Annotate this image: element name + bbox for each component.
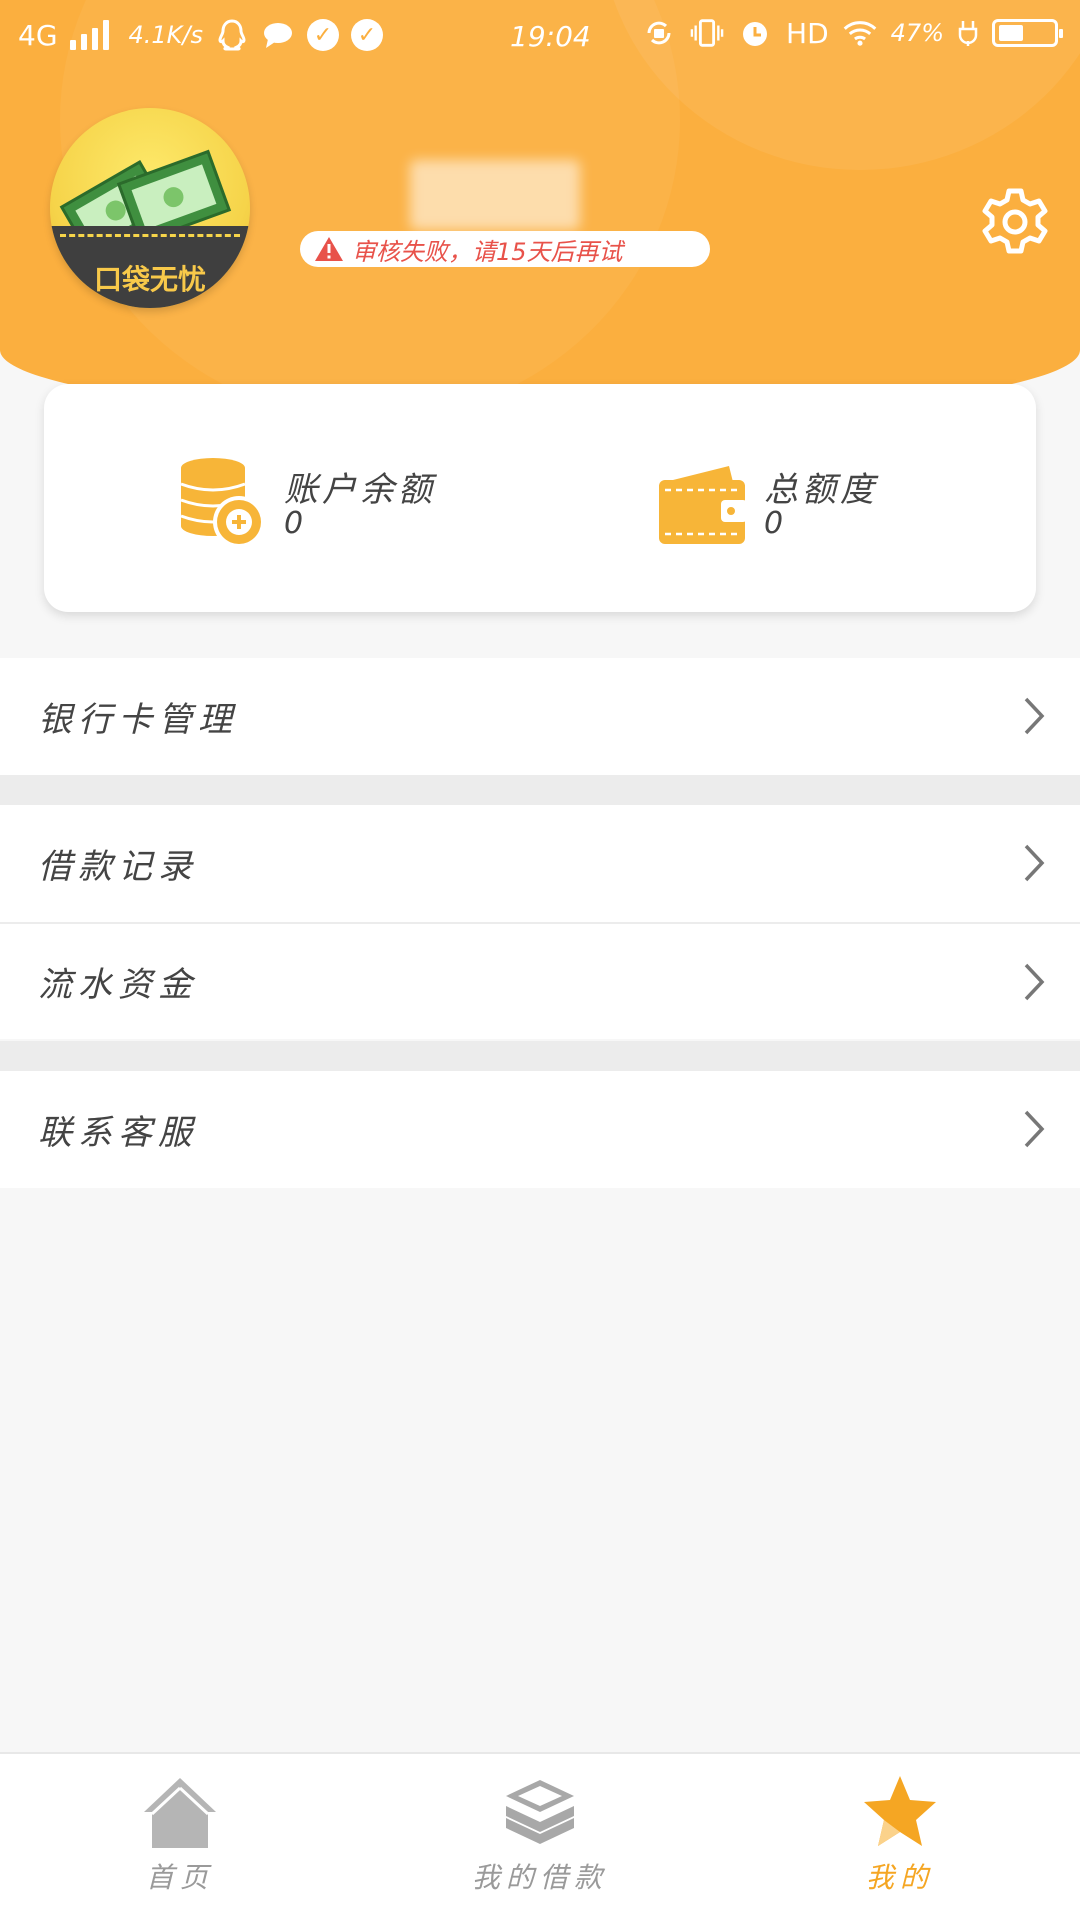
chevron-right-icon [1024,697,1045,735]
house-icon [144,1778,216,1848]
status-bar: 4G 4.1K/s ✓ ✓ 19:04 HD 47% [0,0,1080,72]
battery-percent: 47% [890,19,944,47]
avatar[interactable]: 口袋无忧 [50,108,250,308]
vibrate-icon [690,16,724,50]
network-speed: 4.1K/s [128,21,204,49]
total-limit-value: 0 [764,506,784,541]
clock: 19:04 [510,20,591,53]
menu-item-cash-flow[interactable]: 流水资金 [0,922,1080,1039]
profile-header: 4G 4.1K/s ✓ ✓ 19:04 HD 47% 口袋无忧 审核失败，请15… [0,0,1080,420]
menu-item-label: 借款记录 [38,847,198,887]
total-limit-label: 总额度 [764,470,878,510]
menu-item-contact-service[interactable]: 联系客服 [0,1071,1080,1188]
menu-item-label: 银行卡管理 [38,700,238,740]
status-badge-text: 审核失败，请15天后再试 [352,237,623,266]
qq-icon [215,18,249,52]
status-badge: 审核失败，请15天后再试 [300,231,710,267]
star-icon [864,1776,936,1846]
tab-home-label: 首页 [145,1861,214,1894]
network-type: 4G [18,18,58,52]
wallet-icon [659,466,747,544]
section-divider [0,1041,1080,1071]
check-icon: ✓ [351,19,384,51]
section-divider [0,775,1080,805]
balance-card: 账户余额 0 总额度 0 [44,384,1036,612]
menu-item-label: 流水资金 [38,965,198,1005]
tab-my-loans[interactable]: 我的借款 [420,1772,660,1912]
signal-icon [69,20,109,50]
layers-icon [506,1780,574,1844]
settings-button[interactable] [975,182,1055,262]
menu-group: 银行卡管理 [0,658,1080,775]
menu-group: 联系客服 [0,1071,1080,1188]
chevron-right-icon [1024,844,1045,882]
account-balance-label: 账户余额 [284,470,436,510]
coins-icon [180,458,265,548]
warning-icon [314,236,344,262]
bottom-nav: 首页 我的借款 我的 [0,1752,1080,1920]
tab-mine[interactable]: 我的 [780,1772,1020,1912]
message-icon [261,18,295,52]
hd-indicator: HD [786,16,829,50]
gear-icon [982,188,1048,254]
tab-my-loans-label: 我的借款 [471,1861,608,1894]
menu-item-bank-card[interactable]: 银行卡管理 [0,658,1080,775]
tab-home[interactable]: 首页 [60,1772,300,1912]
account-balance-value: 0 [284,506,304,541]
tab-mine-label: 我的 [865,1861,934,1894]
menu-item-loan-records[interactable]: 借款记录 [0,805,1080,922]
chevron-right-icon [1024,963,1045,1001]
user-name-blurred [410,160,580,230]
alarm-icon [738,16,772,50]
menu-group: 借款记录 流水资金 [0,805,1080,1039]
charging-icon [958,16,978,50]
logo-text: 口袋无忧 [93,263,206,296]
check-icon: ✓ [307,19,340,51]
chevron-right-icon [1024,1110,1045,1148]
battery-icon [992,19,1063,47]
rotation-lock-icon [642,16,676,50]
wifi-icon [843,16,877,50]
avatar-stitch [60,234,240,237]
menu-item-label: 联系客服 [38,1113,198,1153]
